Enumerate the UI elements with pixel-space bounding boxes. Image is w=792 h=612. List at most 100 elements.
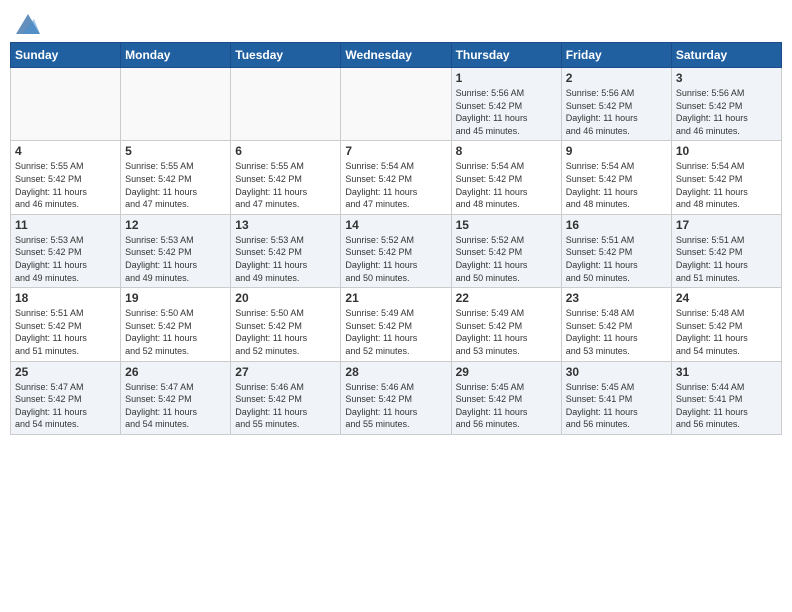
logo-icon xyxy=(16,14,40,34)
day-info: Sunrise: 5:51 AM Sunset: 5:42 PM Dayligh… xyxy=(676,234,777,284)
day-info: Sunrise: 5:50 AM Sunset: 5:42 PM Dayligh… xyxy=(125,307,226,357)
calendar-cell: 11 Sunrise: 5:53 AM Sunset: 5:42 PM Dayli… xyxy=(11,214,121,287)
day-info: Sunrise: 5:47 AM Sunset: 5:42 PM Dayligh… xyxy=(15,381,116,431)
day-number: 15 xyxy=(456,218,557,232)
calendar-cell: 8 Sunrise: 5:54 AM Sunset: 5:42 PM Daylig… xyxy=(451,141,561,214)
day-number: 19 xyxy=(125,291,226,305)
day-number: 17 xyxy=(676,218,777,232)
col-header-monday: Monday xyxy=(121,43,231,68)
day-info: Sunrise: 5:55 AM Sunset: 5:42 PM Dayligh… xyxy=(125,160,226,210)
day-number: 11 xyxy=(15,218,116,232)
day-number: 16 xyxy=(566,218,667,232)
day-number: 28 xyxy=(345,365,446,379)
calendar-cell: 14Sunrise: 5:52 AM Sunset: 5:42 PM Dayli… xyxy=(341,214,451,287)
day-number: 31 xyxy=(676,365,777,379)
calendar-cell: 22 Sunrise: 5:49 AM Sunset: 5:42 PM Dayli… xyxy=(451,288,561,361)
calendar-cell: 1 Sunrise: 5:56 AM Sunset: 5:42 PM Daylig… xyxy=(451,68,561,141)
calendar-week-row: 18Sunrise: 5:51 AM Sunset: 5:42 PM Dayli… xyxy=(11,288,782,361)
calendar-cell: 10 Sunrise: 5:54 AM Sunset: 5:42 PM Dayli… xyxy=(671,141,781,214)
day-number: 10 xyxy=(676,144,777,158)
page-header xyxy=(10,10,782,34)
calendar-cell xyxy=(341,68,451,141)
calendar-cell: 30 Sunrise: 5:45 AM Sunset: 5:41 PM Dayli… xyxy=(561,361,671,434)
day-number: 1 xyxy=(456,71,557,85)
day-info: Sunrise: 5:53 AM Sunset: 5:42 PM Dayligh… xyxy=(125,234,226,284)
calendar-cell xyxy=(231,68,341,141)
calendar-cell: 6Sunrise: 5:55 AM Sunset: 5:42 PM Daylig… xyxy=(231,141,341,214)
day-number: 30 xyxy=(566,365,667,379)
day-info: Sunrise: 5:51 AM Sunset: 5:42 PM Dayligh… xyxy=(566,234,667,284)
col-header-tuesday: Tuesday xyxy=(231,43,341,68)
day-info: Sunrise: 5:48 AM Sunset: 5:42 PM Dayligh… xyxy=(566,307,667,357)
day-number: 2 xyxy=(566,71,667,85)
calendar-cell: 23 Sunrise: 5:48 AM Sunset: 5:42 PM Dayli… xyxy=(561,288,671,361)
calendar-week-row: 11 Sunrise: 5:53 AM Sunset: 5:42 PM Dayli… xyxy=(11,214,782,287)
calendar-cell: 2 Sunrise: 5:56 AM Sunset: 5:42 PM Daylig… xyxy=(561,68,671,141)
calendar-cell: 17 Sunrise: 5:51 AM Sunset: 5:42 PM Dayli… xyxy=(671,214,781,287)
calendar-cell: 25 Sunrise: 5:47 AM Sunset: 5:42 PM Dayli… xyxy=(11,361,121,434)
day-info: Sunrise: 5:50 AM Sunset: 5:42 PM Dayligh… xyxy=(235,307,336,357)
col-header-wednesday: Wednesday xyxy=(341,43,451,68)
calendar-header-row: SundayMondayTuesdayWednesdayThursdayFrid… xyxy=(11,43,782,68)
day-number: 20 xyxy=(235,291,336,305)
day-info: Sunrise: 5:54 AM Sunset: 5:42 PM Dayligh… xyxy=(566,160,667,210)
day-number: 27 xyxy=(235,365,336,379)
calendar-cell: 16 Sunrise: 5:51 AM Sunset: 5:42 PM Dayli… xyxy=(561,214,671,287)
calendar-cell: 19 Sunrise: 5:50 AM Sunset: 5:42 PM Dayli… xyxy=(121,288,231,361)
day-info: Sunrise: 5:47 AM Sunset: 5:42 PM Dayligh… xyxy=(125,381,226,431)
calendar-cell: 18Sunrise: 5:51 AM Sunset: 5:42 PM Dayli… xyxy=(11,288,121,361)
col-header-friday: Friday xyxy=(561,43,671,68)
calendar-cell: 20 Sunrise: 5:50 AM Sunset: 5:42 PM Dayli… xyxy=(231,288,341,361)
day-number: 4 xyxy=(15,144,116,158)
col-header-thursday: Thursday xyxy=(451,43,561,68)
calendar-cell: 21 Sunrise: 5:49 AM Sunset: 5:42 PM Dayli… xyxy=(341,288,451,361)
day-number: 13 xyxy=(235,218,336,232)
day-info: Sunrise: 5:54 AM Sunset: 5:42 PM Dayligh… xyxy=(345,160,446,210)
day-number: 5 xyxy=(125,144,226,158)
day-info: Sunrise: 5:46 AM Sunset: 5:42 PM Dayligh… xyxy=(345,381,446,431)
calendar-week-row: 25 Sunrise: 5:47 AM Sunset: 5:42 PM Dayli… xyxy=(11,361,782,434)
calendar-cell: 12Sunrise: 5:53 AM Sunset: 5:42 PM Dayli… xyxy=(121,214,231,287)
day-info: Sunrise: 5:53 AM Sunset: 5:42 PM Dayligh… xyxy=(15,234,116,284)
col-header-saturday: Saturday xyxy=(671,43,781,68)
day-info: Sunrise: 5:54 AM Sunset: 5:42 PM Dayligh… xyxy=(676,160,777,210)
day-info: Sunrise: 5:45 AM Sunset: 5:41 PM Dayligh… xyxy=(566,381,667,431)
calendar-cell: 3Sunrise: 5:56 AM Sunset: 5:42 PM Daylig… xyxy=(671,68,781,141)
day-number: 9 xyxy=(566,144,667,158)
calendar-cell: 9 Sunrise: 5:54 AM Sunset: 5:42 PM Daylig… xyxy=(561,141,671,214)
day-number: 6 xyxy=(235,144,336,158)
day-number: 23 xyxy=(566,291,667,305)
day-info: Sunrise: 5:46 AM Sunset: 5:42 PM Dayligh… xyxy=(235,381,336,431)
col-header-sunday: Sunday xyxy=(11,43,121,68)
calendar-cell: 5 Sunrise: 5:55 AM Sunset: 5:42 PM Daylig… xyxy=(121,141,231,214)
day-number: 25 xyxy=(15,365,116,379)
logo xyxy=(14,14,40,34)
day-info: Sunrise: 5:53 AM Sunset: 5:42 PM Dayligh… xyxy=(235,234,336,284)
calendar-cell: 4Sunrise: 5:55 AM Sunset: 5:42 PM Daylig… xyxy=(11,141,121,214)
day-info: Sunrise: 5:56 AM Sunset: 5:42 PM Dayligh… xyxy=(456,87,557,137)
day-info: Sunrise: 5:56 AM Sunset: 5:42 PM Dayligh… xyxy=(676,87,777,137)
day-info: Sunrise: 5:48 AM Sunset: 5:42 PM Dayligh… xyxy=(676,307,777,357)
day-number: 22 xyxy=(456,291,557,305)
calendar-cell: 29Sunrise: 5:45 AM Sunset: 5:42 PM Dayli… xyxy=(451,361,561,434)
day-number: 29 xyxy=(456,365,557,379)
calendar-cell: 31Sunrise: 5:44 AM Sunset: 5:41 PM Dayli… xyxy=(671,361,781,434)
day-info: Sunrise: 5:54 AM Sunset: 5:42 PM Dayligh… xyxy=(456,160,557,210)
calendar-cell: 7 Sunrise: 5:54 AM Sunset: 5:42 PM Daylig… xyxy=(341,141,451,214)
calendar-cell: 24 Sunrise: 5:48 AM Sunset: 5:42 PM Dayli… xyxy=(671,288,781,361)
day-number: 21 xyxy=(345,291,446,305)
day-number: 8 xyxy=(456,144,557,158)
calendar-cell: 28 Sunrise: 5:46 AM Sunset: 5:42 PM Dayli… xyxy=(341,361,451,434)
day-number: 7 xyxy=(345,144,446,158)
calendar-week-row: 4 Sunrise: 5:55 AM Sunset: 5:42 PM Daylig… xyxy=(11,141,782,214)
day-info: Sunrise: 5:49 AM Sunset: 5:42 PM Dayligh… xyxy=(456,307,557,357)
day-number: 24 xyxy=(676,291,777,305)
day-number: 14 xyxy=(345,218,446,232)
calendar-cell: 26Sunrise: 5:47 AM Sunset: 5:42 PM Dayli… xyxy=(121,361,231,434)
day-info: Sunrise: 5:56 AM Sunset: 5:42 PM Dayligh… xyxy=(566,87,667,137)
day-info: Sunrise: 5:49 AM Sunset: 5:42 PM Dayligh… xyxy=(345,307,446,357)
calendar-cell xyxy=(11,68,121,141)
calendar-week-row: 1 Sunrise: 5:56 AM Sunset: 5:42 PM Daylig… xyxy=(11,68,782,141)
calendar-cell: 13 Sunrise: 5:53 AM Sunset: 5:42 PM Dayli… xyxy=(231,214,341,287)
calendar-cell: 15Sunrise: 5:52 AM Sunset: 5:42 PM Dayli… xyxy=(451,214,561,287)
